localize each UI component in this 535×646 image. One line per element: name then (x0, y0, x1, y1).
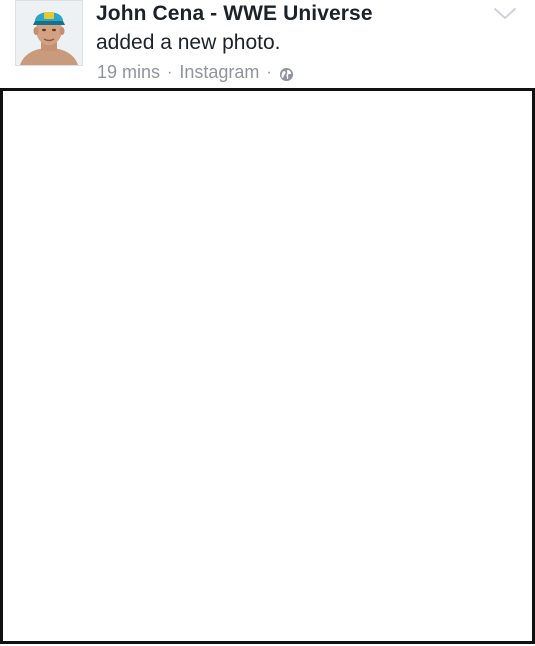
post-source: Instagram (179, 62, 260, 82)
post-timestamp[interactable]: 19 mins (97, 62, 160, 83)
meta-separator: · (266, 63, 272, 81)
chevron-down-icon[interactable] (493, 6, 517, 22)
meta-separator: · (167, 63, 173, 81)
globe-icon[interactable] (279, 66, 294, 82)
post-photo[interactable] (0, 88, 535, 644)
post-action-text: added a new photo. (96, 31, 281, 54)
author-name[interactable]: John Cena - WWE Universe (96, 2, 373, 26)
post-header: John Cena - WWE Universe added a new pho… (0, 0, 535, 88)
post-meta: 19 mins · Instagram · (97, 62, 294, 83)
avatar[interactable] (15, 0, 83, 66)
avatar-image (16, 1, 82, 65)
